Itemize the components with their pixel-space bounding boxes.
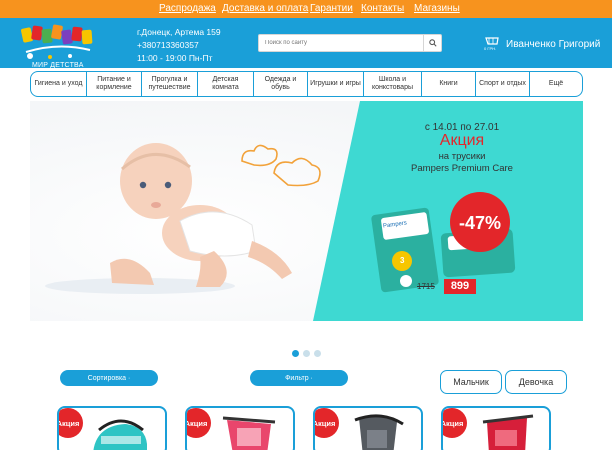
search-button[interactable] bbox=[423, 35, 441, 51]
logo-tagline: МИР ДЕТСТВА bbox=[32, 62, 84, 69]
old-price: 1715 bbox=[417, 282, 435, 291]
category-kids-room[interactable]: Детская комната bbox=[198, 72, 254, 96]
category-feeding[interactable]: Питание и кормление bbox=[87, 72, 142, 96]
carousel-dot-2[interactable] bbox=[303, 350, 310, 357]
product-card[interactable]: Акция bbox=[185, 406, 295, 450]
carousel-dot-3[interactable] bbox=[314, 350, 321, 357]
user-account-link[interactable]: Иванченко Григорий bbox=[506, 39, 600, 50]
stroller-icon bbox=[482, 414, 534, 450]
pack-size-label: 3 bbox=[400, 256, 405, 265]
category-label: Ещё bbox=[548, 80, 564, 87]
new-price: 899 bbox=[444, 279, 476, 294]
product-card[interactable]: Акция bbox=[313, 406, 423, 450]
search-box bbox=[258, 34, 442, 52]
store-address: г.Донецк, Артема 159 bbox=[137, 27, 221, 37]
logo-mark-icon bbox=[21, 24, 93, 59]
carousel-dot-1[interactable] bbox=[292, 350, 299, 357]
sale-badge: Акция bbox=[59, 408, 83, 438]
cart-total: 0 ГРН. bbox=[484, 46, 497, 51]
promo-title: Акция bbox=[439, 132, 485, 149]
category-label: Гигиена и уход bbox=[34, 80, 83, 87]
top-nav-delivery-link[interactable]: Доставка и оплата bbox=[222, 3, 308, 14]
promo-discount: -47% bbox=[458, 213, 502, 233]
top-nav-sale-link[interactable]: Распродажа bbox=[159, 3, 216, 14]
top-nav-warranty-link[interactable]: Гарантии bbox=[310, 3, 353, 14]
promo-product-name: Pampers Premium Care bbox=[411, 163, 513, 174]
category-nav: Гигиена и уход Питание и кормление Прогу… bbox=[30, 71, 583, 97]
category-toys[interactable]: Игрушки и игры bbox=[308, 72, 364, 96]
sort-label: Сортировка · bbox=[87, 374, 131, 382]
product-card[interactable]: Акция bbox=[441, 406, 551, 450]
category-label: Школа и конкстовары bbox=[371, 76, 414, 91]
sort-dropdown[interactable]: Сортировка · bbox=[60, 370, 158, 386]
category-label: Питание и кормление bbox=[96, 76, 132, 91]
top-nav-bar: Распродажа Доставка и оплата Гарантии Ко… bbox=[0, 0, 612, 18]
filter-label: Фильтр · bbox=[285, 374, 313, 382]
promo-banner[interactable]: с 14.01 по 27.01 Акция на трусики Pamper… bbox=[30, 101, 583, 321]
sale-badge: Акция bbox=[187, 408, 211, 438]
sale-badge: Акция bbox=[315, 408, 339, 438]
category-strolling[interactable]: Прогулка и путешествие bbox=[142, 72, 198, 96]
category-books[interactable]: Книги bbox=[422, 72, 476, 96]
girl-filter-button[interactable]: Девочка bbox=[505, 370, 567, 394]
stroller-icon bbox=[222, 416, 276, 450]
category-school[interactable]: Школа и конкстовары bbox=[364, 72, 422, 96]
store-hours: 11:00 - 19:00 Пн-Пт bbox=[137, 53, 213, 63]
cart-button[interactable]: 0 ГРН. bbox=[484, 35, 502, 51]
boy-filter-button[interactable]: Мальчик bbox=[440, 370, 502, 394]
product-card[interactable]: Акция bbox=[57, 406, 167, 450]
stroller-icon bbox=[93, 419, 147, 450]
search-icon bbox=[428, 39, 437, 47]
category-hygiene[interactable]: Гигиена и уход bbox=[31, 72, 87, 96]
category-sport[interactable]: Спорт и отдых bbox=[476, 72, 530, 96]
category-label: Спорт и отдых bbox=[479, 80, 526, 87]
filter-dropdown[interactable]: Фильтр · bbox=[250, 370, 348, 386]
store-phone[interactable]: +380713360357 bbox=[137, 40, 199, 50]
category-label: Книги bbox=[439, 80, 458, 87]
stroller-icon bbox=[354, 414, 404, 450]
category-label: Детская комната bbox=[212, 76, 239, 91]
category-label: Игрушки и игры bbox=[310, 80, 361, 87]
top-nav-contacts-link[interactable]: Контакты bbox=[361, 3, 404, 14]
promo-subtitle: на трусики bbox=[438, 151, 486, 162]
sale-badge: Акция bbox=[443, 408, 467, 438]
category-label: Одежда и обувь bbox=[264, 76, 297, 91]
top-nav-stores-link[interactable]: Магазины bbox=[414, 3, 460, 14]
category-more[interactable]: Ещё bbox=[530, 72, 582, 96]
category-clothes[interactable]: Одежда и обувь bbox=[254, 72, 308, 96]
category-label: Прогулка и путешествие bbox=[148, 76, 191, 91]
boy-label: Мальчик bbox=[453, 377, 489, 387]
search-input[interactable] bbox=[259, 35, 425, 51]
girl-label: Девочка bbox=[518, 377, 554, 387]
